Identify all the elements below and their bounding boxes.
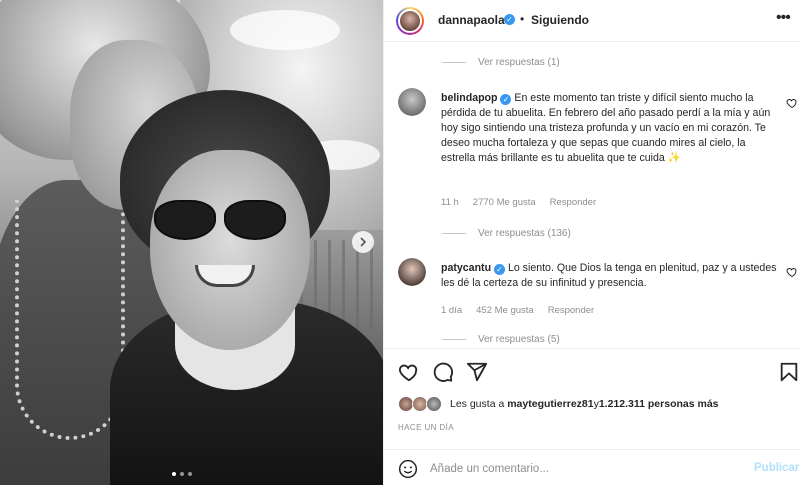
share-icon[interactable]	[466, 361, 488, 383]
likes-count[interactable]: 1.212.311 personas más	[599, 398, 719, 410]
reply-button[interactable]: Responder	[548, 305, 594, 316]
heart-icon[interactable]	[398, 361, 420, 383]
carousel-dots	[172, 472, 192, 476]
view-replies-link[interactable]: Ver respuestas (136)	[442, 228, 571, 239]
commenter-username[interactable]: belindapop	[441, 92, 498, 104]
liker-username[interactable]: maytegutierrez81	[507, 398, 593, 410]
verified-icon: ✓	[494, 264, 505, 275]
post-panel: dannapaola ✓ • Siguiendo ••• Ver respues…	[383, 0, 800, 485]
comment-likes[interactable]: 452 Me gusta	[476, 305, 534, 316]
commenter-avatar[interactable]	[398, 258, 426, 286]
view-replies-link[interactable]: Ver respuestas (1)	[442, 57, 560, 68]
header-separator: •	[520, 12, 525, 26]
comment-time: 1 día	[441, 305, 463, 316]
add-comment-bar: Publicar	[384, 449, 800, 485]
commenter-avatar[interactable]	[398, 88, 426, 116]
post-comment-button[interactable]: Publicar	[754, 462, 799, 474]
comment-input[interactable]	[430, 459, 730, 479]
post-timestamp[interactable]: HACE UN DÍA	[398, 423, 454, 432]
verified-icon: ✓	[504, 14, 515, 25]
heart-icon[interactable]	[786, 97, 798, 109]
photo-person-right-face	[150, 150, 310, 350]
carousel-next-button[interactable]	[352, 231, 374, 253]
comment-icon[interactable]	[432, 361, 454, 383]
following-button[interactable]: Siguiendo	[531, 13, 589, 27]
likes-prefix: Les gusta a	[450, 398, 505, 410]
comment-body: belindapop ✓ En este momento tan triste …	[441, 91, 781, 166]
comment-meta: 11 h 2770 Me gusta Responder	[441, 197, 596, 208]
post-photo[interactable]	[0, 0, 383, 485]
commenter-username[interactable]: patycantu	[441, 262, 491, 274]
reply-button[interactable]: Responder	[550, 197, 596, 208]
more-icon[interactable]: •••	[776, 9, 791, 27]
photo-sunglasses	[150, 200, 290, 242]
post-header: dannapaola ✓ • Siguiendo •••	[384, 0, 800, 42]
bookmark-icon[interactable]	[778, 361, 800, 383]
chevron-right-icon	[360, 237, 367, 247]
verified-icon: ✓	[500, 94, 512, 105]
photo-necklace	[15, 200, 125, 440]
carousel-dot	[172, 472, 176, 476]
carousel-dot	[180, 472, 184, 476]
emoji-icon[interactable]	[398, 459, 418, 479]
comment-time: 11 h	[441, 197, 459, 208]
photo-cloud	[230, 10, 340, 50]
author-username[interactable]: dannapaola	[438, 13, 505, 27]
comment-body: patycantu ✓ Lo siento. Que Dios la tenga…	[441, 261, 781, 291]
liker-avatar	[426, 396, 442, 412]
liker-avatars	[398, 396, 444, 412]
comment-meta: 1 día 452 Me gusta Responder	[441, 305, 594, 316]
heart-icon[interactable]	[786, 266, 798, 278]
comment-text: Lo siento. Que Dios la tenga en plenitud…	[441, 262, 777, 289]
author-avatar[interactable]	[396, 7, 424, 35]
carousel-dot	[188, 472, 192, 476]
likes-summary[interactable]: Les gusta a maytegutierrez81 y 1.212.311…	[398, 396, 719, 412]
comment-likes[interactable]: 2770 Me gusta	[473, 197, 536, 208]
view-replies-link[interactable]: Ver respuestas (5)	[442, 334, 560, 345]
action-bar	[384, 348, 800, 394]
